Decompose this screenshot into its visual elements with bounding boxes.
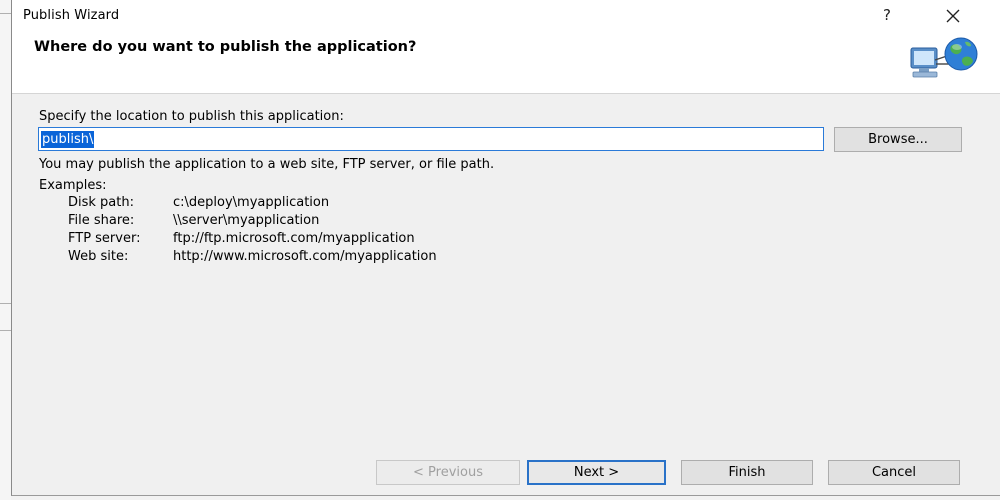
- background-divider: [0, 330, 11, 331]
- publish-location-value: publish\: [41, 130, 95, 148]
- cancel-button[interactable]: Cancel: [828, 460, 960, 485]
- window-title: Publish Wizard: [23, 8, 120, 23]
- finish-button[interactable]: Finish: [681, 460, 813, 485]
- publish-description: You may publish the application to a web…: [39, 157, 495, 172]
- example-value: \\server\myapplication: [173, 213, 320, 228]
- example-value: http://www.microsoft.com/myapplication: [173, 249, 437, 264]
- browse-button[interactable]: Browse...: [834, 127, 962, 152]
- example-value: c:\deploy\myapplication: [173, 195, 330, 210]
- next-button[interactable]: Next >: [527, 460, 666, 485]
- close-icon: [946, 9, 960, 23]
- title-bar: Publish Wizard ?: [12, 0, 1000, 30]
- page-heading: Where do you want to publish the applica…: [34, 39, 417, 55]
- publish-wizard-dialog: Publish Wizard ? Where do you want to pu…: [11, 0, 1000, 496]
- wizard-header: Where do you want to publish the applica…: [12, 30, 1000, 94]
- example-value: ftp://ftp.microsoft.com/myapplication: [173, 231, 415, 246]
- background-window: [0, 0, 11, 500]
- location-prompt: Specify the location to publish this app…: [39, 109, 344, 124]
- example-label: Disk path:: [68, 195, 134, 210]
- publish-globe-computer-icon: [910, 37, 978, 78]
- previous-button[interactable]: < Previous: [376, 460, 520, 485]
- example-label: Web site:: [68, 249, 129, 264]
- help-button[interactable]: ?: [878, 5, 896, 25]
- background-divider: [0, 303, 11, 304]
- background-divider: [0, 13, 11, 14]
- example-label: File share:: [68, 213, 135, 228]
- examples-label: Examples:: [39, 178, 107, 193]
- example-label: FTP server:: [68, 231, 141, 246]
- publish-location-input[interactable]: publish\: [38, 127, 824, 151]
- close-button[interactable]: [940, 5, 966, 27]
